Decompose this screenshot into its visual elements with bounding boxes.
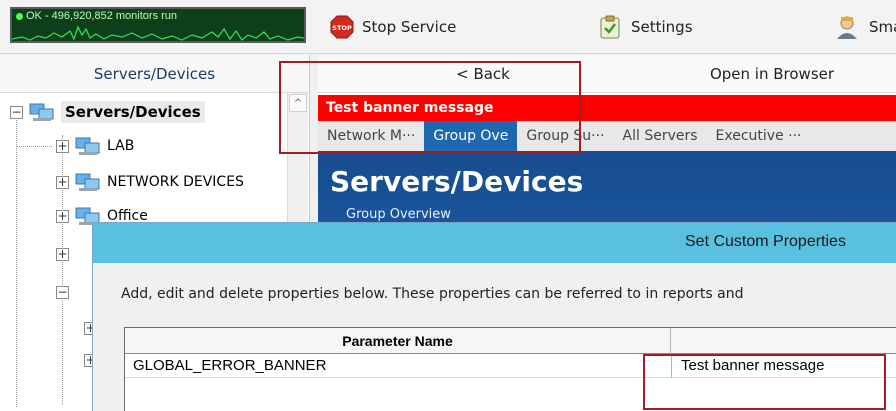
tree-node-servers-devices[interactable]: − Servers/Devices — [10, 97, 205, 127]
expand-icon[interactable]: + — [56, 175, 69, 189]
dialog-description: Add, edit and delete properties below. T… — [121, 286, 744, 302]
custom-properties-dialog: Set Custom Properties Add, edit and dele… — [92, 222, 896, 411]
tab-group-summary[interactable]: Group Su··· — [517, 121, 613, 151]
tree-label: LAB — [107, 138, 135, 154]
person-icon — [837, 16, 857, 39]
dialog-titlebar[interactable]: Set Custom Properties — [93, 223, 896, 263]
error-banner: Test banner message — [318, 95, 896, 121]
open-in-browser-button[interactable]: Open in Browser — [648, 65, 896, 83]
server-group-icon — [75, 137, 100, 155]
cell-divider — [671, 354, 672, 378]
tree-line — [16, 146, 52, 147]
toolbar: OK - 496,920,852 monitors run STOP Stop … — [0, 0, 896, 54]
report-tabs: Network M··· Group Ove Group Su··· All S… — [318, 121, 896, 151]
report-nav-bar: < Back Open in Browser — [318, 55, 896, 93]
tree-line — [16, 117, 17, 407]
parameter-name-cell[interactable]: GLOBAL_ERROR_BANNER — [133, 357, 326, 374]
collapse-icon[interactable]: − — [56, 285, 69, 299]
tab-executive[interactable]: Executive ··· — [707, 121, 811, 151]
tree-node-partial[interactable]: − — [56, 277, 75, 307]
column-header-parameter-name[interactable]: Parameter Name — [125, 328, 671, 354]
table-row[interactable]: GLOBAL_ERROR_BANNER Test banner message — [125, 354, 896, 378]
properties-grid: Parameter Name GLOBAL_ERROR_BANNER Test … — [124, 327, 896, 411]
svg-text:STOP: STOP — [332, 24, 352, 32]
tab-network-map[interactable]: Network M··· — [318, 121, 424, 151]
tree-label: NETWORK DEVICES — [107, 174, 244, 190]
dialog-title: Set Custom Properties — [685, 233, 846, 250]
clipboard-check-icon — [600, 15, 620, 39]
tab-group-overview[interactable]: Group Ove — [424, 121, 518, 151]
stop-icon: STOP — [330, 15, 354, 39]
left-pane-header: Servers/Devices — [0, 55, 309, 93]
collapse-icon[interactable]: − — [10, 105, 23, 119]
stop-service-button[interactable]: STOP Stop Service — [330, 15, 456, 39]
server-group-icon — [75, 173, 100, 191]
settings-button[interactable]: Settings — [599, 15, 693, 39]
stop-service-label: Stop Service — [362, 18, 457, 36]
smart-label: Smart — [869, 18, 896, 36]
scroll-up-icon[interactable]: ^ — [289, 94, 307, 112]
parameter-value-cell[interactable]: Test banner message — [681, 357, 824, 374]
tree-node-network-devices[interactable]: + NETWORK DEVICES — [56, 167, 244, 197]
expand-icon[interactable]: + — [56, 209, 69, 223]
back-button[interactable]: < Back — [318, 65, 648, 83]
tree-label: Servers/Devices — [61, 101, 205, 123]
tree-node-partial[interactable]: + — [56, 239, 75, 269]
smart-button[interactable]: Smart — [835, 15, 896, 39]
status-dot-icon — [16, 12, 23, 20]
monitor-graph: OK - 496,920,852 monitors run — [10, 7, 306, 43]
expand-icon[interactable]: + — [56, 247, 69, 261]
tab-all-servers[interactable]: All Servers — [614, 121, 707, 151]
server-group-icon — [29, 103, 54, 121]
monitor-status: OK - 496,920,852 monitors run — [16, 10, 177, 22]
settings-label: Settings — [631, 18, 693, 36]
page-title: Servers/Devices — [330, 165, 584, 198]
page-subtitle: Group Overview — [346, 207, 451, 222]
grid-header: Parameter Name — [125, 328, 896, 354]
expand-icon[interactable]: + — [56, 139, 69, 153]
tree-node-lab[interactable]: + LAB — [16, 131, 135, 161]
